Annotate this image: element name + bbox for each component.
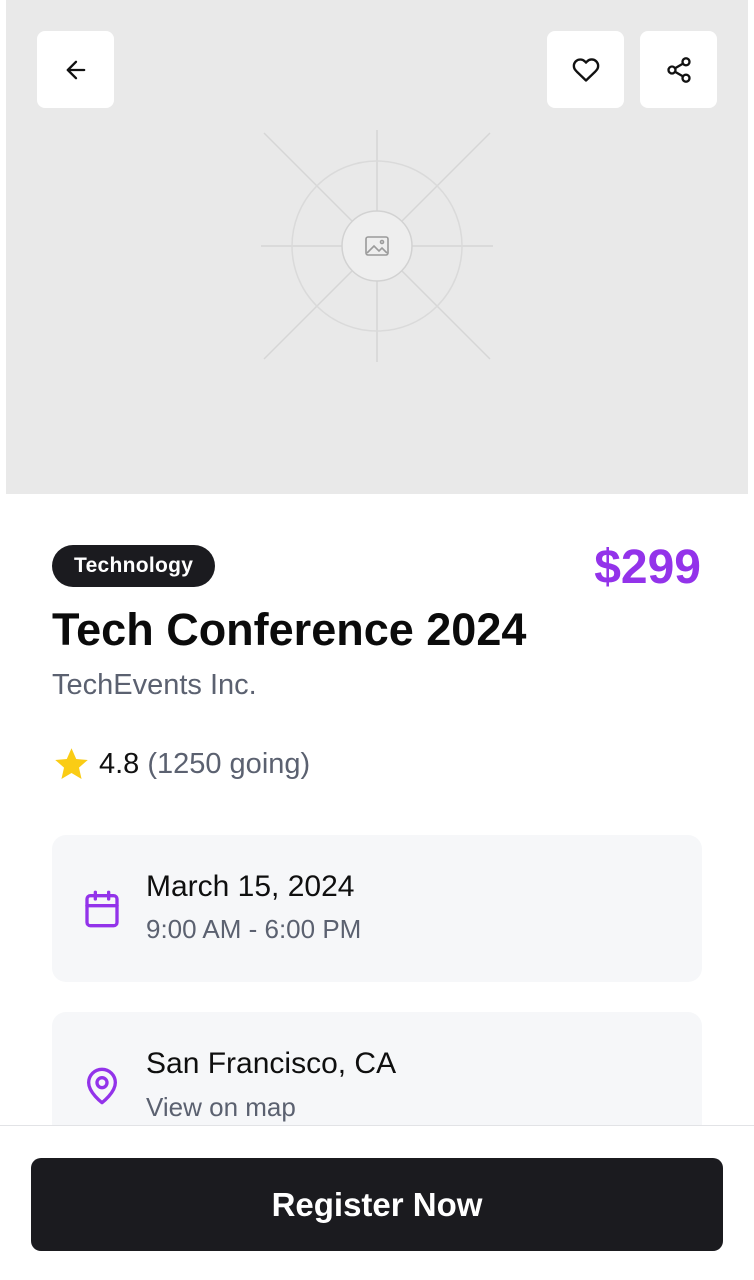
- favorite-button[interactable]: [547, 31, 624, 108]
- organizer-name: TechEvents Inc.: [52, 669, 257, 701]
- rating-value: 4.8: [99, 747, 140, 780]
- event-location: San Francisco, CA: [146, 1047, 397, 1080]
- image-placeholder-icon: [261, 130, 493, 362]
- event-date: March 15, 2024: [146, 870, 355, 903]
- view-on-map-link[interactable]: View on map: [146, 1092, 296, 1123]
- share-icon: [666, 56, 691, 83]
- bottom-action-bar: Register Now: [0, 1125, 754, 1280]
- rating-row: 4.8 (1250 going): [52, 744, 310, 784]
- event-hero-image: [6, 0, 748, 494]
- event-title: Tech Conference 2024: [52, 604, 527, 655]
- event-time: 9:00 AM - 6:00 PM: [146, 914, 362, 944]
- calendar-icon: [85, 890, 119, 928]
- share-button[interactable]: [640, 31, 717, 108]
- star-icon: [55, 747, 88, 779]
- category-badge: Technology: [52, 545, 216, 587]
- back-button[interactable]: [37, 31, 114, 108]
- arrow-left-icon: [66, 60, 85, 79]
- event-price: $299: [594, 541, 701, 594]
- date-card: March 15, 2024 9:00 AM - 6:00 PM: [52, 835, 702, 982]
- heart-icon: [572, 57, 599, 82]
- register-button[interactable]: Register Now: [31, 1158, 723, 1251]
- attendee-count: (1250 going): [147, 747, 311, 780]
- map-pin-icon: [87, 1067, 118, 1105]
